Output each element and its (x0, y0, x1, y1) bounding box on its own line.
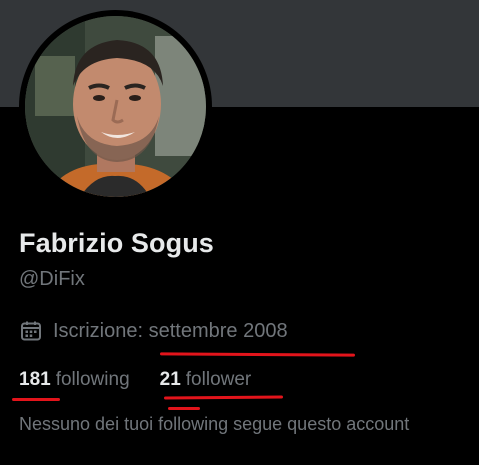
annotation-underline-followers (163, 395, 284, 400)
followers-label: follower (185, 369, 252, 390)
calendar-icon (19, 319, 43, 343)
join-date-text: Iscrizione: settembre 2008 (53, 319, 288, 342)
annotation-underline-followers-count (168, 407, 200, 410)
followers-link[interactable]: 21 follower (160, 369, 252, 391)
join-date: Iscrizione: settembre 2008 (19, 318, 288, 344)
following-label: following (55, 369, 130, 390)
avatar-image[interactable] (25, 16, 206, 197)
profile-handle: @DiFix (19, 268, 85, 290)
annotation-underline-following (12, 398, 60, 401)
mutual-followers-note: Nessuno dei tuoi following segue questo … (19, 414, 410, 434)
annotation-underline-join-date (159, 352, 356, 357)
avatar[interactable] (19, 10, 212, 203)
profile-stats: 181 following 21 follower (19, 369, 251, 391)
following-count: 181 (19, 369, 51, 390)
followers-count: 21 (159, 369, 181, 390)
profile-name: Fabrizio Sogus (19, 228, 214, 258)
following-link[interactable]: 181 following (19, 369, 130, 391)
